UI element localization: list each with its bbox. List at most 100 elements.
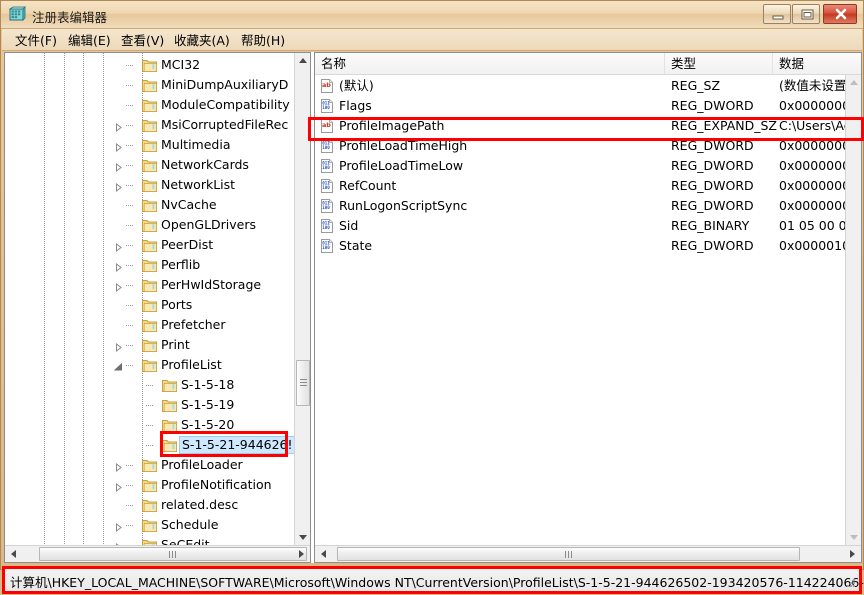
tree-node-label: NetworkCards	[161, 157, 249, 172]
menu-view[interactable]: 查看(V)	[118, 32, 167, 49]
tree-connector-line	[126, 485, 134, 486]
value-name: RunLogonScriptSync	[339, 198, 468, 213]
resize-grip-icon[interactable]	[845, 577, 857, 589]
list-hscroll-thumb[interactable]	[337, 547, 800, 561]
svg-text:ab: ab	[322, 121, 331, 129]
title-bar: 注册表编辑器	[1, 1, 863, 29]
tree-hscroll-thumb[interactable]	[39, 547, 307, 561]
tree-node[interactable]: PerHwIdStorage	[5, 275, 310, 295]
chevron-right-icon[interactable]	[114, 241, 123, 253]
menu-file[interactable]: 文件(F)	[12, 32, 60, 49]
tree-scroll-thumb[interactable]	[296, 360, 310, 406]
table-row[interactable]: 011 100 RunLogonScriptSync REG_DWORD 0x00000…	[315, 196, 861, 216]
table-row[interactable]: ab (默认) REG_SZ (数值未设置)	[315, 76, 861, 96]
tree-node[interactable]: S-1-5-20	[5, 415, 310, 435]
table-row[interactable]: ab ProfileImagePath REG_EXPAND_SZ C:\Users\…	[315, 116, 861, 136]
binary-value-icon: 011 100	[320, 219, 334, 233]
value-type: REG_DWORD	[671, 198, 754, 213]
tree-node[interactable]: S-1-5-18	[5, 375, 310, 395]
chevron-right-icon[interactable]	[114, 281, 123, 293]
folder-icon	[142, 118, 157, 132]
folder-icon	[142, 498, 157, 512]
tree-node[interactable]: Prefetcher	[5, 315, 310, 335]
list-horizontal-scrollbar[interactable]	[315, 545, 861, 562]
registry-tree[interactable]: MCI32 MiniDumpAuxiliaryD ModuleCompatibili…	[5, 53, 310, 562]
folder-icon	[142, 218, 157, 232]
table-row[interactable]: 011 100 Sid REG_BINARY 01 05 00 00	[315, 216, 861, 236]
tree-connector-line	[126, 185, 134, 186]
binary-value-icon: 011 100	[320, 159, 334, 173]
list-scroll-up-icon[interactable]	[846, 75, 861, 91]
tree-node[interactable]: Print	[5, 335, 310, 355]
tree-node[interactable]: NvCache	[5, 195, 310, 215]
chevron-right-icon[interactable]	[114, 181, 123, 193]
value-type: REG_EXPAND_SZ	[671, 118, 777, 133]
tree-node-label: S-1-5-18	[181, 377, 235, 392]
folder-icon	[162, 438, 177, 452]
tree-node[interactable]: NetworkList	[5, 175, 310, 195]
table-row[interactable]: 011 100 ProfileLoadTimeLow REG_DWORD 0x00000…	[315, 156, 861, 176]
table-row[interactable]: 011 100 State REG_DWORD 0x00000100	[315, 236, 861, 256]
tree-node[interactable]: Schedule	[5, 515, 310, 535]
svg-text:100: 100	[322, 105, 330, 110]
column-header[interactable]: 名称	[315, 53, 665, 74]
table-row[interactable]: 011 100 Flags REG_DWORD 0x00000000	[315, 96, 861, 116]
chevron-right-icon[interactable]	[114, 461, 123, 473]
tree-scroll-up-icon[interactable]	[295, 53, 310, 69]
registry-values-panel[interactable]: 名称 类型 数据 ab (默认) REG_SZ (数值未设置) 011 100 Flags REG…	[314, 52, 862, 563]
table-row[interactable]: 011 100 ProfileLoadTimeHigh REG_DWORD 0x0000…	[315, 136, 861, 156]
chevron-right-icon[interactable]	[114, 161, 123, 173]
tree-node[interactable]: MsiCorruptedFileRec	[5, 115, 310, 135]
list-scroll-right-icon[interactable]	[844, 546, 861, 562]
chevron-right-icon[interactable]	[114, 141, 123, 153]
tree-node[interactable]: Ports	[5, 295, 310, 315]
chevron-down-icon[interactable]	[113, 361, 123, 371]
tree-node[interactable]: MCI32	[5, 55, 310, 75]
tree-node[interactable]: ProfileNotification	[5, 475, 310, 495]
menu-edit[interactable]: 编辑(E)	[65, 32, 114, 49]
tree-scroll-right-icon[interactable]	[293, 546, 310, 562]
menu-favorites[interactable]: 收藏夹(A)	[171, 32, 233, 49]
tree-node[interactable]: MiniDumpAuxiliaryD	[5, 75, 310, 95]
tree-vertical-scrollbar[interactable]	[294, 53, 310, 545]
menu-help[interactable]: 帮助(H)	[238, 32, 288, 49]
tree-node[interactable]: OpenGLDrivers	[5, 215, 310, 235]
scroll-grip-icon	[169, 551, 177, 558]
tree-node-selected[interactable]: S-1-5-21-944626!	[5, 435, 310, 455]
minimize-button[interactable]	[763, 4, 791, 24]
svg-text:100: 100	[322, 205, 330, 210]
tree-node[interactable]: Multimedia	[5, 135, 310, 155]
value-name: Sid	[339, 218, 359, 233]
tree-node[interactable]: related.desc	[5, 495, 310, 515]
list-vertical-scrollbar[interactable]	[845, 75, 861, 545]
chevron-right-icon[interactable]	[114, 121, 123, 133]
tree-node[interactable]: S-1-5-19	[5, 395, 310, 415]
chevron-right-icon[interactable]	[114, 341, 123, 353]
close-button[interactable]	[823, 4, 857, 24]
tree-connector-line	[126, 265, 134, 266]
tree-scroll-left-icon[interactable]	[5, 546, 22, 562]
maximize-button[interactable]	[792, 4, 820, 24]
tree-node[interactable]: NetworkCards	[5, 155, 310, 175]
chevron-right-icon[interactable]	[114, 481, 123, 493]
registry-tree-panel[interactable]: MCI32 MiniDumpAuxiliaryD ModuleCompatibili…	[4, 52, 311, 563]
list-scroll-down-icon[interactable]	[846, 529, 861, 545]
folder-icon	[142, 138, 157, 152]
value-name: Flags	[339, 98, 372, 113]
registry-path-text: 计算机\HKEY_LOCAL_MACHINE\SOFTWARE\Microsof…	[10, 575, 864, 590]
tree-node[interactable]: PeerDist	[5, 235, 310, 255]
tree-node[interactable]: ProfileList	[5, 355, 310, 375]
folder-icon	[142, 78, 157, 92]
column-header[interactable]: 类型	[665, 53, 773, 74]
tree-node[interactable]: ModuleCompatibility	[5, 95, 310, 115]
column-header[interactable]: 数据	[773, 53, 861, 74]
tree-node[interactable]: Perflib	[5, 255, 310, 275]
list-scroll-left-icon[interactable]	[315, 546, 332, 562]
tree-scroll-down-icon[interactable]	[295, 529, 310, 545]
table-row[interactable]: 011 100 RefCount REG_DWORD 0x00000001	[315, 176, 861, 196]
value-name: RefCount	[339, 178, 397, 193]
chevron-right-icon[interactable]	[114, 261, 123, 273]
tree-node[interactable]: ProfileLoader	[5, 455, 310, 475]
chevron-right-icon[interactable]	[114, 521, 123, 533]
tree-horizontal-scrollbar[interactable]	[5, 545, 310, 562]
